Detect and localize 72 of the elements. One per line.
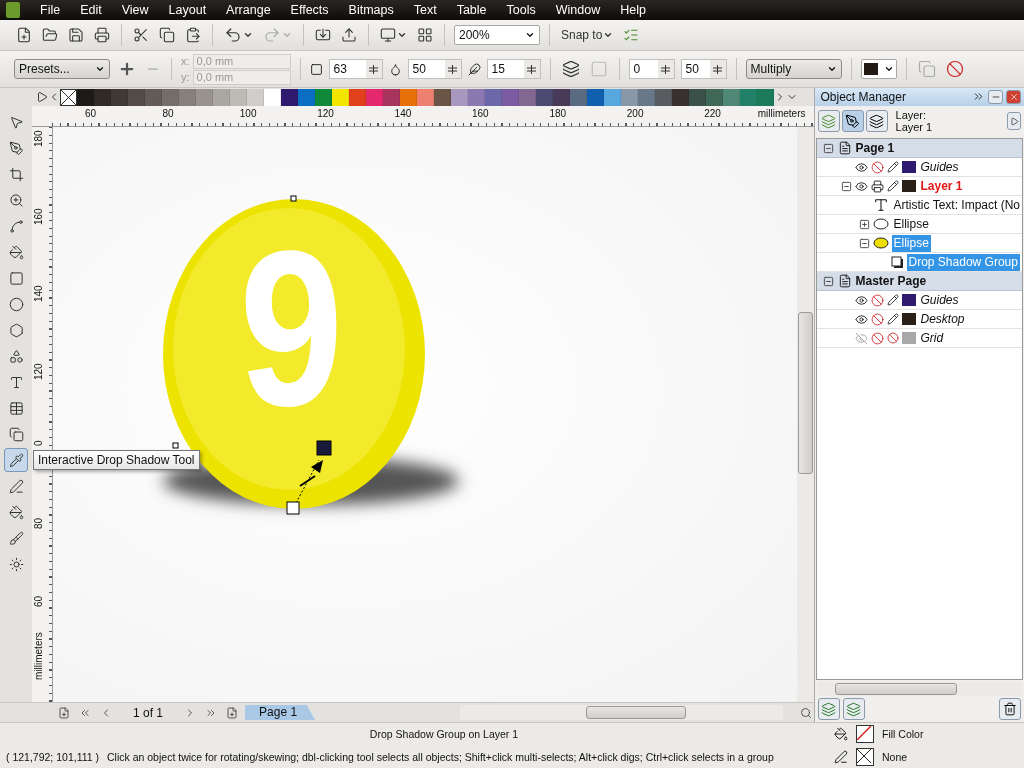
- object-row[interactable]: Guides: [816, 291, 1022, 310]
- object-row[interactable]: Grid: [816, 329, 1022, 348]
- ruler-label: 140: [33, 285, 44, 304]
- ruler-label: 80: [162, 108, 174, 119]
- object-row[interactable]: Guides: [816, 158, 1022, 177]
- menu-item[interactable]: View: [111, 0, 159, 20]
- menu-item[interactable]: Layout: [158, 0, 217, 20]
- object-row[interactable]: Layer 1: [816, 177, 1022, 196]
- ruler-label: 160: [472, 108, 489, 119]
- y-label: y:: [181, 71, 190, 83]
- object-row[interactable]: Artistic Text: Impact (No: [816, 196, 1022, 215]
- object-row[interactable]: Ellipse: [816, 215, 1022, 234]
- ruler-label: 140: [394, 108, 412, 119]
- object-name: Ellipse: [891, 234, 931, 252]
- ruler-label: 120: [33, 362, 44, 382]
- digit-nine-text: 9: [239, 219, 343, 439]
- menu-item[interactable]: Text: [403, 0, 447, 20]
- menu-item[interactable]: Tools: [496, 0, 546, 20]
- ruler-label: 60: [85, 108, 97, 119]
- fill-label: Fill Color: [882, 728, 924, 741]
- selection-info: Drop Shadow Group on Layer 1: [369, 728, 519, 741]
- menu-item[interactable]: Table: [446, 0, 497, 20]
- ruler-label: 160: [33, 207, 44, 227]
- menu-item[interactable]: Effects: [280, 0, 339, 20]
- object-name: Grid: [919, 329, 945, 347]
- menu-item[interactable]: Edit: [70, 0, 112, 20]
- menu-item[interactable]: Window: [545, 0, 611, 20]
- object-name: Drop Shadow Group: [906, 253, 1020, 271]
- object-row[interactable]: Desktop: [816, 310, 1022, 329]
- object-name: Artistic Text: Impact (No: [892, 196, 1021, 214]
- page-name: Master Page: [855, 274, 927, 288]
- fade-field[interactable]: 0: [628, 59, 675, 79]
- merge-mode-dropdown[interactable]: Multiply: [745, 59, 842, 79]
- status-hint: Click an object twice for rotating/skewing; dbl-clicking tool selects all objects; Shift+click multi-selects; Alt+click digs; Ctrl+click selects in a group: [107, 750, 774, 763]
- ruler-unit: millimeters: [33, 632, 44, 682]
- outline-label: None: [882, 750, 908, 763]
- object-name: Layer 1: [919, 177, 964, 195]
- menu-item[interactable]: Help: [610, 0, 656, 20]
- ruler-unit: millimeters: [757, 108, 806, 119]
- page-tab[interactable]: Page 1: [245, 705, 316, 720]
- layer-label: Layer:: [895, 109, 928, 121]
- ruler-label: 120: [317, 108, 334, 119]
- page-count: 1 of 1: [133, 705, 164, 720]
- snap-dropdown[interactable]: Snap to: [559, 26, 616, 44]
- zoom-dropdown[interactable]: 200%: [454, 25, 540, 45]
- feathering-field[interactable]: 50: [407, 59, 462, 79]
- stretch-field[interactable]: 50: [680, 59, 727, 79]
- page-name: Page 1: [855, 141, 895, 155]
- ruler-label: 180: [33, 130, 44, 149]
- menu-item[interactable]: Arrange: [216, 0, 281, 20]
- object-name: Guides: [919, 158, 960, 176]
- menu-item[interactable]: File: [30, 0, 71, 20]
- object-name: Guides: [919, 291, 960, 309]
- cursor-coordinates: ( 121,792; 101,111 ): [6, 750, 99, 763]
- current-layer-name: Layer 1: [895, 121, 934, 133]
- page-row[interactable]: Master Page: [816, 272, 1022, 291]
- x-label: x:: [181, 55, 190, 67]
- object-name: Ellipse: [892, 215, 930, 233]
- ruler-label: 60: [33, 595, 44, 609]
- opacity-field[interactable]: 63: [328, 59, 383, 79]
- ruler-label: 80: [33, 518, 44, 532]
- menu-item[interactable]: Bitmaps: [338, 0, 404, 20]
- feather-direction-field[interactable]: 15: [486, 59, 541, 79]
- ruler-label: 220: [704, 108, 721, 119]
- ruler-label: 100: [239, 108, 257, 119]
- page-row[interactable]: Page 1: [816, 139, 1022, 158]
- object-name: Desktop: [919, 310, 966, 328]
- presets-dropdown[interactable]: Presets...: [14, 59, 110, 79]
- ruler-label: 200: [626, 108, 644, 119]
- panel-title: Object Manager: [820, 90, 906, 104]
- ruler-label: 180: [549, 108, 567, 119]
- tooltip: Interactive Drop Shadow Tool: [33, 450, 200, 470]
